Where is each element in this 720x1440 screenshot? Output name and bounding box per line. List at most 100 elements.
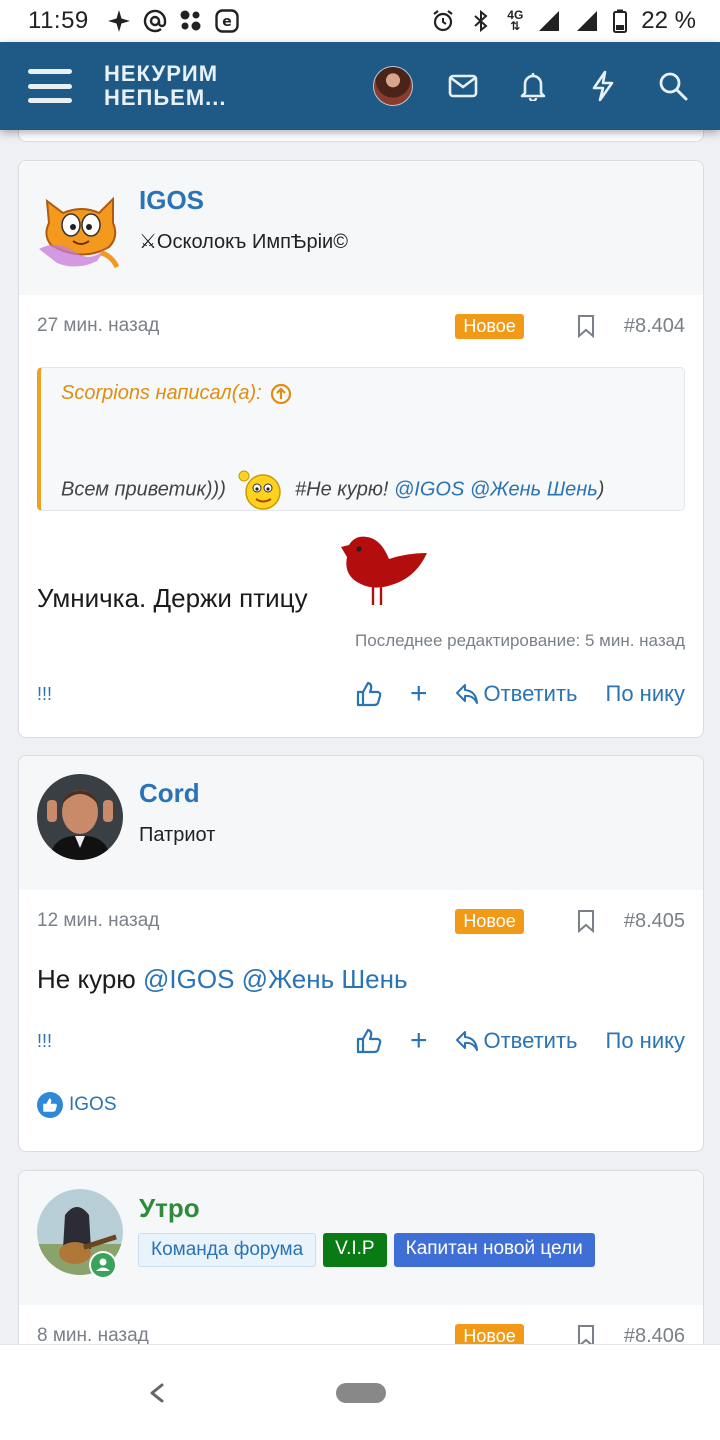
sparkle-icon	[107, 10, 130, 32]
username[interactable]: Cord	[139, 778, 200, 809]
post-user-block: IGOS ⚔Осколокъ ИмпѢріи©	[19, 161, 703, 295]
account-button[interactable]	[358, 51, 428, 121]
bookmark-icon[interactable]	[576, 1324, 596, 1344]
multiquote-button[interactable]: +	[410, 1024, 428, 1058]
user-avatar[interactable]	[37, 1189, 123, 1279]
mention-zhen-shen[interactable]: @Жень Шень	[470, 478, 598, 500]
alarm-icon	[433, 10, 453, 32]
like-reaction-icon	[37, 1092, 63, 1118]
mail-icon	[448, 74, 478, 98]
inbox-button[interactable]	[428, 51, 498, 121]
new-badge: Новое	[455, 1323, 524, 1344]
post-number[interactable]: #8.406	[624, 1325, 685, 1345]
red-bird-image	[341, 536, 427, 605]
mention-igos[interactable]: @IGOS	[394, 478, 464, 500]
cat-avatar-icon	[39, 196, 120, 269]
post-body: Умничка. Держи птицу	[37, 583, 308, 614]
online-status	[89, 1251, 117, 1279]
reply-label: Ответить	[483, 1028, 578, 1053]
smiley-icon	[238, 470, 282, 510]
menu-icon[interactable]	[28, 69, 72, 103]
like-button[interactable]	[354, 1026, 384, 1056]
banner-captain: Капитан новой цели	[393, 1233, 595, 1267]
status-left-icons: e	[107, 9, 239, 33]
alerts-button[interactable]	[498, 51, 568, 121]
reply-icon	[456, 1031, 479, 1051]
mention-igos[interactable]: @IGOS	[143, 964, 234, 994]
bookmark-icon[interactable]	[576, 314, 596, 338]
home-pill[interactable]	[336, 1383, 386, 1403]
post-number[interactable]: #8.404	[624, 315, 685, 338]
at-icon	[143, 9, 166, 33]
report-button[interactable]: !!!	[37, 1031, 52, 1052]
thumbs-up-icon	[356, 1028, 382, 1054]
post-meta: 12 мин. назад Новое #8.405	[37, 906, 685, 936]
network-indicator: 4G ⇅	[507, 8, 524, 33]
quote-text: Всем приветик))) #Не курю! @IGOS @Жень Ш…	[61, 468, 604, 512]
user-title: Патриот	[139, 824, 216, 846]
banner-staff: Команда форума	[138, 1233, 317, 1267]
signal-icon	[539, 11, 560, 31]
quote-text-end: )	[597, 478, 605, 501]
reactions-bar[interactable]: IGOS	[37, 1092, 117, 1118]
post-body: Не курю @IGOS @Жень Шень	[37, 964, 408, 995]
post-time[interactable]: 8 мин. назад	[37, 1325, 149, 1344]
multiquote-button[interactable]: +	[410, 677, 428, 711]
username[interactable]: Утро	[139, 1193, 200, 1224]
whats-new-button[interactable]	[568, 51, 638, 121]
post-time[interactable]: 12 мин. назад	[37, 910, 159, 932]
avatar	[373, 66, 413, 106]
new-badge: Новое	[455, 908, 524, 934]
user-avatar[interactable]	[37, 774, 123, 860]
online-user-icon	[91, 1253, 115, 1277]
e-icon: e	[215, 9, 239, 33]
mention-zhen-shen[interactable]: @Жень Шень	[242, 964, 408, 994]
dots-icon	[180, 10, 201, 31]
post-meta: 8 мин. назад Новое #8.406	[37, 1321, 685, 1344]
post-actions: !!! + Ответить По нику	[37, 1024, 685, 1058]
reply-button[interactable]: Ответить	[455, 681, 578, 707]
search-icon	[659, 72, 688, 101]
username[interactable]: IGOS	[139, 185, 204, 216]
post-number[interactable]: #8.405	[624, 910, 685, 933]
thread-content: IGOS ⚔Осколокъ ИмпѢріи© 27 мин. назад Но…	[0, 130, 720, 1344]
reply-icon	[456, 684, 479, 704]
signal-icon-2	[577, 11, 598, 31]
network-type: 4G	[507, 8, 524, 22]
search-button[interactable]	[638, 51, 708, 121]
reply-by-nick-button[interactable]: По нику	[606, 1028, 685, 1054]
reaction-user[interactable]: IGOS	[69, 1094, 117, 1116]
bookmark-icon[interactable]	[576, 909, 596, 933]
post-time[interactable]: 27 мин. назад	[37, 315, 159, 337]
svg-text:e: e	[222, 14, 232, 30]
report-button[interactable]: !!!	[37, 684, 52, 705]
user-banners: Команда форума V.I.P Капитан новой цели	[138, 1233, 595, 1267]
reply-label: Ответить	[483, 681, 578, 706]
post-text: Не курю	[37, 964, 136, 994]
quote-header[interactable]: Scorpions написал(а):	[61, 382, 292, 405]
post-8404: IGOS ⚔Осколокъ ИмпѢріи© 27 мин. назад Но…	[18, 160, 704, 738]
last-edited: Последнее редактирование: 5 мин. назад	[355, 631, 685, 650]
post-8405: Cord Патриот 12 мин. назад Новое #8.405 …	[18, 755, 704, 1152]
quote-block: Scorpions написал(а): Всем приветик))) #…	[37, 367, 685, 511]
app-header: НЕКУРИМ НЕПЬЕМ...	[0, 42, 720, 130]
banner-vip: V.I.P	[323, 1233, 387, 1267]
battery-percent: 22 %	[641, 7, 696, 34]
status-bar: 11:59 e 4G ⇅ 22 %	[0, 0, 720, 42]
bolt-icon	[592, 70, 614, 102]
bluetooth-icon	[474, 9, 488, 33]
new-badge: Новое	[455, 313, 524, 339]
logo-line-1: НЕКУРИМ	[104, 61, 219, 86]
thumbs-up-icon	[356, 681, 382, 707]
bell-icon	[520, 73, 546, 101]
back-icon[interactable]	[146, 1375, 166, 1411]
like-button[interactable]	[354, 679, 384, 709]
reply-button[interactable]: Ответить	[455, 1028, 578, 1054]
site-logo[interactable]: НЕКУРИМ НЕПЬЕМ...	[104, 62, 227, 110]
reply-by-nick-button[interactable]: По нику	[606, 681, 685, 707]
arrow-up-circle-icon	[270, 383, 291, 404]
post-user-block: Cord Патриот	[19, 756, 703, 890]
user-avatar[interactable]	[37, 183, 127, 273]
previous-post-edge	[18, 130, 704, 142]
status-time: 11:59	[28, 7, 89, 34]
